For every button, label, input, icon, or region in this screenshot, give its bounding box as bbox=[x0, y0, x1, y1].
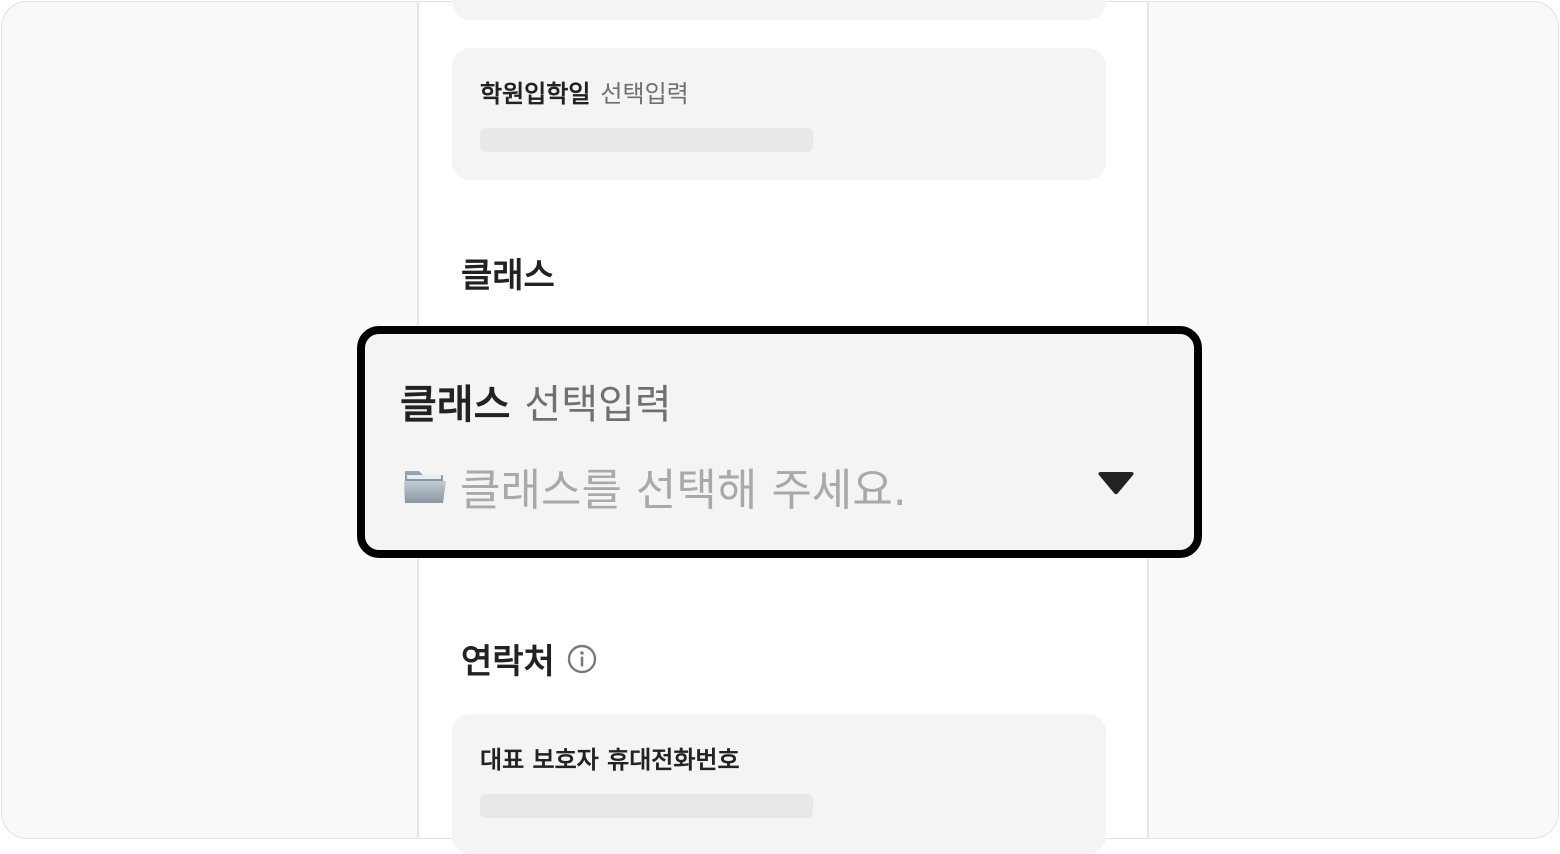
guardian-phone-label: 대표 보호자 휴대전화번호 bbox=[480, 746, 740, 774]
guardian-phone-input[interactable] bbox=[480, 794, 813, 818]
class-select-placeholder: 클래스를 선택해 주세요. bbox=[460, 465, 907, 516]
entry-date-optional-hint: 선택입력 bbox=[600, 80, 689, 108]
class-select-field[interactable]: 클래스 선택입력 클래스를 선택해 주세요. bbox=[357, 326, 1202, 558]
contact-section-title: 연락처 bbox=[461, 634, 597, 683]
previous-field-card[interactable] bbox=[452, 0, 1106, 20]
entry-date-label: 학원입학일 bbox=[480, 80, 591, 108]
guardian-phone-field[interactable]: 대표 보호자 휴대전화번호 bbox=[452, 714, 1106, 854]
folder-icon bbox=[404, 471, 446, 503]
class-select-optional-hint: 선택입력 bbox=[524, 382, 672, 428]
class-select-dropdown[interactable]: 클래스를 선택해 주세요. bbox=[402, 456, 1142, 516]
entry-date-field[interactable]: 학원입학일 선택입력 bbox=[452, 48, 1106, 180]
caret-down-icon[interactable] bbox=[1097, 472, 1135, 496]
class-select-label: 클래스 bbox=[400, 382, 511, 428]
guardian-phone-label-row: 대표 보호자 휴대전화번호 bbox=[480, 740, 740, 775]
class-select-label-row: 클래스 선택입력 bbox=[400, 372, 672, 430]
info-icon[interactable] bbox=[567, 644, 597, 674]
class-section-title-text: 클래스 bbox=[461, 256, 555, 296]
entry-date-input[interactable] bbox=[480, 128, 813, 152]
class-section-title: 클래스 bbox=[461, 248, 555, 297]
entry-date-label-row: 학원입학일 선택입력 bbox=[480, 74, 689, 109]
contact-section-title-text: 연락처 bbox=[461, 642, 555, 682]
